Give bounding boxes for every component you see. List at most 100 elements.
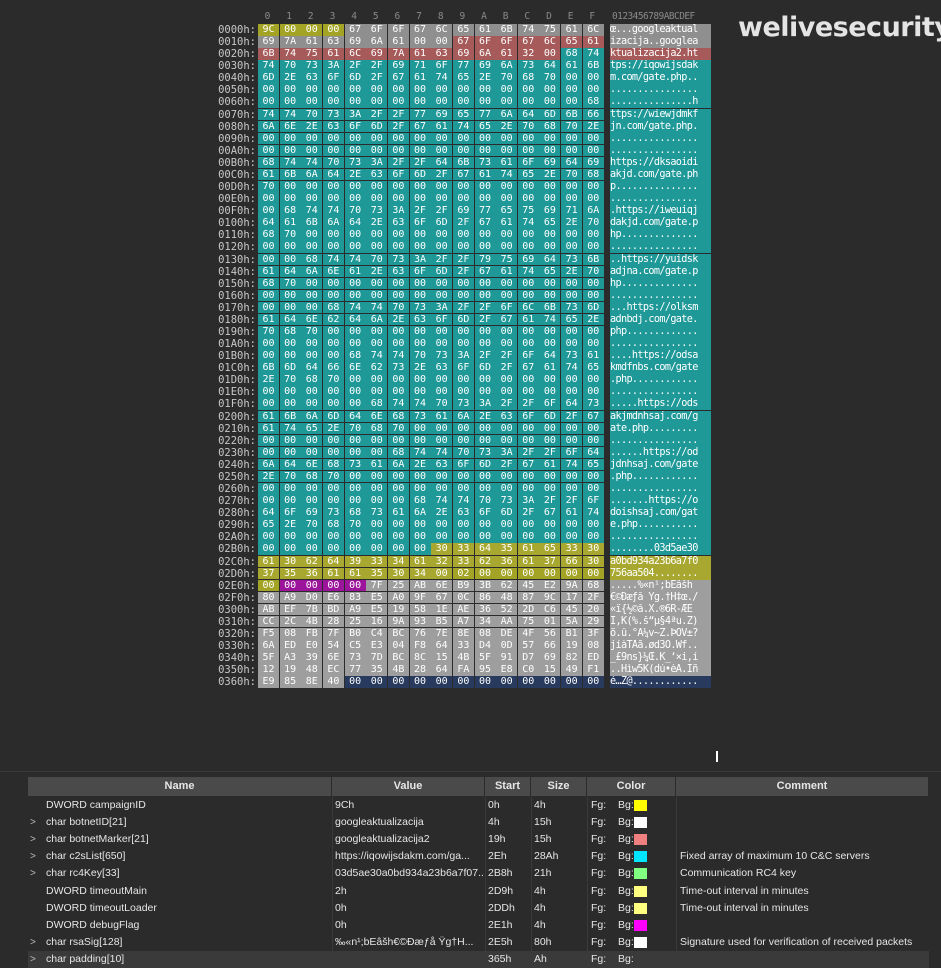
hex-byte[interactable]: 00 <box>258 253 279 266</box>
hex-byte[interactable]: 00 <box>322 289 344 302</box>
hex-row[interactable]: 0230h: 00 00 00 00 00 00 68 74 74 70 73 3A 2F 2F 6F 64..… <box>0 446 941 459</box>
template-row[interactable]: DWORD timeoutLoader 0h 2DDh 4h Fg: Bg: Time-ou… <box>28 899 929 917</box>
hex-byte[interactable]: 0C <box>452 591 474 604</box>
hex-byte[interactable]: 67 <box>431 591 453 604</box>
hex-row[interactable]: 0290h: 65 2E 70 68 70 00 00 00 00 00 00 00 00 00 00 00 e.… <box>0 519 941 532</box>
hex-byte[interactable]: 00 <box>561 96 583 108</box>
hex-byte[interactable]: 56 <box>539 628 561 640</box>
hex-byte[interactable]: 00 <box>344 531 366 543</box>
hex-byte[interactable]: 36 <box>474 603 496 616</box>
hex-byte[interactable]: C4 <box>366 628 388 640</box>
hex-byte[interactable]: 6E <box>279 120 301 133</box>
hex-byte[interactable]: 00 <box>452 386 474 398</box>
hex-byte[interactable]: EF <box>279 603 301 616</box>
hex-byte[interactable]: 9C <box>258 24 279 36</box>
hex-byte[interactable]: 2F <box>539 495 561 507</box>
ascii-text[interactable]: ...............h <box>610 96 711 109</box>
hex-byte[interactable]: 00 <box>517 181 539 193</box>
hex-byte[interactable]: 49 <box>561 664 583 676</box>
hex-byte[interactable]: 73 <box>322 507 344 519</box>
hex-byte[interactable]: 3F <box>582 628 604 640</box>
hex-byte[interactable]: 00 <box>322 398 344 410</box>
expand-chevron-icon[interactable]: > <box>30 831 42 848</box>
hex-byte[interactable]: 00 <box>322 241 344 253</box>
hex-byte[interactable]: 67 <box>474 265 496 278</box>
hex-byte[interactable]: 68 <box>258 277 279 290</box>
hex-byte[interactable]: 0D <box>496 640 518 652</box>
ascii-text[interactable]: ................ <box>610 132 711 145</box>
hex-byte[interactable]: 64 <box>561 398 583 410</box>
hex-byte[interactable]: 68 <box>344 350 366 362</box>
hex-byte[interactable]: 00 <box>517 338 539 350</box>
hex-byte[interactable]: 00 <box>452 193 474 205</box>
hex-byte[interactable]: 73 <box>561 253 583 266</box>
hex-row[interactable]: 0120h: 00 00 00 00 00 00 00 00 00 00 00 00 00 00 00 00..… <box>0 241 941 254</box>
hex-byte[interactable]: 00 <box>517 289 539 302</box>
hex-byte[interactable]: 74 <box>301 205 323 217</box>
hex-byte[interactable]: 35 <box>279 567 301 580</box>
hex-byte[interactable]: ED <box>279 640 301 652</box>
hex-byte[interactable]: 00 <box>431 326 453 338</box>
hex-byte[interactable]: 65 <box>539 543 561 555</box>
hex-byte[interactable]: 00 <box>301 193 323 205</box>
hex-byte[interactable]: 69 <box>431 108 453 121</box>
ascii-text[interactable]: ......https://od <box>610 446 711 459</box>
hex-byte[interactable]: 15 <box>539 664 561 676</box>
hex-byte[interactable]: 00 <box>474 531 496 543</box>
hex-byte[interactable]: 00 <box>539 470 561 483</box>
hex-byte[interactable]: 00 <box>517 374 539 386</box>
hex-byte[interactable]: 00 <box>279 446 301 459</box>
hex-byte[interactable]: 00 <box>539 434 561 447</box>
hex-byte[interactable]: 6D <box>474 362 496 374</box>
hex-byte[interactable]: 00 <box>431 676 453 688</box>
hex-byte[interactable]: 6A <box>366 313 388 326</box>
hex-byte[interactable]: 67 <box>517 458 539 471</box>
hex-byte[interactable]: 3B <box>474 579 496 592</box>
hex-byte[interactable]: A9 <box>279 591 301 604</box>
hex-byte[interactable]: 2F <box>496 362 518 374</box>
hex-byte[interactable]: 00 <box>452 132 474 145</box>
ascii-text[interactable]: .https://iweuiqj <box>610 205 711 218</box>
hex-byte[interactable]: 6F <box>582 495 604 507</box>
hex-byte[interactable]: 00 <box>452 96 474 108</box>
hex-byte[interactable]: 00 <box>539 422 561 435</box>
hex-byte[interactable]: 67 <box>539 507 561 519</box>
hex-byte[interactable]: 68 <box>258 156 279 169</box>
hex-byte[interactable]: 6B <box>582 60 604 72</box>
hex-byte[interactable]: 61 <box>517 313 539 326</box>
hex-byte[interactable]: 63 <box>452 507 474 519</box>
ascii-text[interactable]: ................ <box>610 241 711 254</box>
hex-byte[interactable]: 00 <box>258 434 279 447</box>
hex-byte[interactable]: 2E <box>366 265 388 278</box>
hex-byte[interactable]: 69 <box>344 36 366 48</box>
hex-byte[interactable]: 6B <box>279 410 301 423</box>
hex-row[interactable]: 0070h: 74 74 70 73 3A 2F 2F 77 69 65 77 6A 64 6D 6B 66 tt… <box>0 108 941 121</box>
hex-byte[interactable]: 65 <box>517 168 539 181</box>
hex-byte[interactable]: 00 <box>301 483 323 495</box>
hex-byte[interactable]: 45 <box>517 579 539 592</box>
hex-row[interactable]: 0060h: 00 00 00 00 00 00 00 00 00 00 00 00 00 00 00 68..… <box>0 96 941 109</box>
ascii-text[interactable]: m.com/gate.php.. <box>610 72 711 85</box>
hex-row[interactable]: 02D0h: 37 35 36 61 61 35 30 34 00 02 00 00 00 00 00 00 75… <box>0 567 941 580</box>
hex-byte[interactable]: 28 <box>322 615 344 628</box>
hex-byte[interactable]: 00 <box>301 350 323 362</box>
hex-row[interactable]: 01D0h: 2E 70 68 70 00 00 00 00 00 00 00 00 00 00 00 00 .p… <box>0 374 941 387</box>
hex-byte[interactable]: 73 <box>366 205 388 217</box>
hex-row[interactable]: 01F0h: 00 00 00 00 00 68 74 74 70 73 3A 2F 2F 6F 64 73..… <box>0 398 941 411</box>
hex-byte[interactable]: E5 <box>366 603 388 616</box>
expand-chevron-icon[interactable] <box>30 883 42 900</box>
hex-byte[interactable]: FA <box>452 664 474 676</box>
hex-byte[interactable]: 00 <box>344 96 366 108</box>
hex-byte[interactable]: 64 <box>344 410 366 423</box>
hex-byte[interactable]: 00 <box>561 277 583 290</box>
hex-byte[interactable]: 2C <box>279 615 301 628</box>
hex-byte[interactable]: 63 <box>366 168 388 181</box>
hex-row[interactable]: 0030h: 74 70 73 3A 2F 2F 69 71 6F 77 69 6A 73 64 61 6B tp… <box>0 60 941 73</box>
hex-byte[interactable]: 68 <box>539 120 561 133</box>
hex-byte[interactable]: 00 <box>561 72 583 84</box>
hex-byte[interactable]: 66 <box>582 108 604 121</box>
hex-byte[interactable]: 66 <box>322 362 344 374</box>
hex-byte[interactable]: 70 <box>387 301 409 314</box>
hex-byte[interactable]: EC <box>322 664 344 676</box>
hex-byte[interactable]: 74 <box>366 301 388 314</box>
